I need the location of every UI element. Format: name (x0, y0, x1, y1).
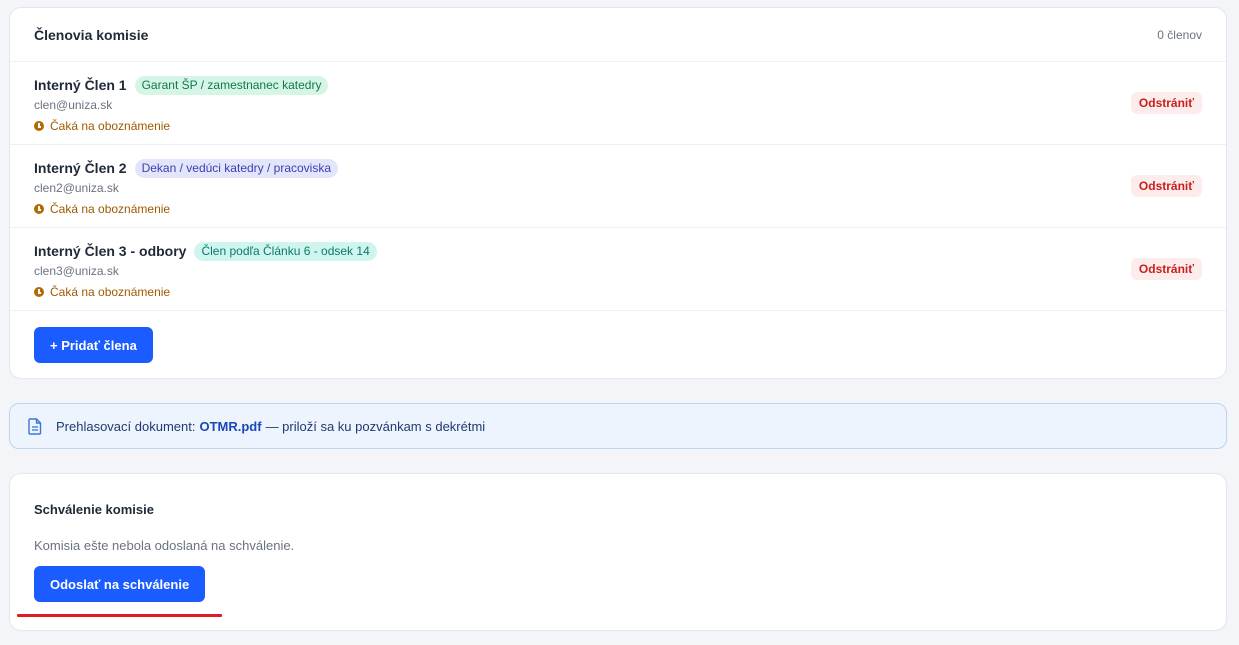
members-card: Členovia komisie 0 členov Interný Člen 1… (9, 7, 1227, 379)
member-row: Interný Člen 3 - odbory Člen podľa Článk… (10, 228, 1226, 311)
member-status-label: Čaká na oboznámenie (50, 119, 171, 133)
document-info-prefix: Prehlasovací dokument: (56, 418, 196, 434)
remove-member-button[interactable]: Odstrániť (1130, 258, 1202, 280)
member-email: clen3@uniza.sk (34, 264, 119, 278)
member-count: 0 členov (1157, 27, 1202, 42)
document-info-banner: Prehlasovací dokument: OTMR.pdf — prilož… (9, 403, 1227, 449)
member-status: Čaká na oboznámenie (34, 118, 1202, 134)
annotation-underline (17, 614, 222, 617)
approval-card: Schválenie komisie Komisia ešte nebola o… (9, 473, 1227, 631)
clock-icon (34, 121, 44, 131)
member-row: Interný Člen 1 Garant ŠP / zamestnanec k… (10, 62, 1226, 145)
send-for-approval-button[interactable]: Odoslať na schválenie (34, 566, 206, 602)
member-email: clen@uniza.sk (34, 98, 113, 112)
member-status-label: Čaká na oboznámenie (50, 285, 171, 299)
approval-card-title: Schválenie komisie (34, 502, 154, 517)
approval-status-text: Komisia ešte nebola odoslaná na schválen… (34, 538, 295, 553)
clock-icon (34, 204, 44, 214)
member-email: clen2@uniza.sk (34, 181, 119, 195)
clock-icon (34, 287, 44, 297)
members-card-title: Členovia komisie (34, 26, 149, 43)
member-role-badge: Dekan / vedúci katedry / pracoviska (134, 158, 339, 178)
document-icon (28, 417, 42, 435)
member-status: Čaká na oboznámenie (34, 201, 1202, 217)
document-info-suffix: — priloží sa ku pozvánkam s dekrétmi (265, 418, 486, 434)
member-status-label: Čaká na oboznámenie (50, 202, 171, 216)
add-member-button[interactable]: + Pridať člena (34, 327, 153, 363)
remove-member-button[interactable]: Odstrániť (1130, 92, 1202, 114)
document-name-link[interactable]: OTMR.pdf (199, 419, 261, 434)
add-member-area: + Pridať člena (10, 311, 1226, 379)
member-role-badge: Garant ŠP / zamestnanec katedry (134, 75, 329, 95)
member-name: Interný Člen 1 (34, 77, 127, 93)
member-row: Interný Člen 2 Dekan / vedúci katedry / … (10, 145, 1226, 228)
member-name: Interný Člen 2 (34, 160, 127, 176)
remove-member-button[interactable]: Odstrániť (1130, 175, 1202, 197)
member-role-badge: Člen podľa Článku 6 - odsek 14 (194, 241, 377, 261)
members-card-header: Členovia komisie 0 členov (10, 8, 1226, 62)
member-status: Čaká na oboznámenie (34, 284, 1202, 300)
member-name: Interný Člen 3 - odbory (34, 243, 187, 259)
